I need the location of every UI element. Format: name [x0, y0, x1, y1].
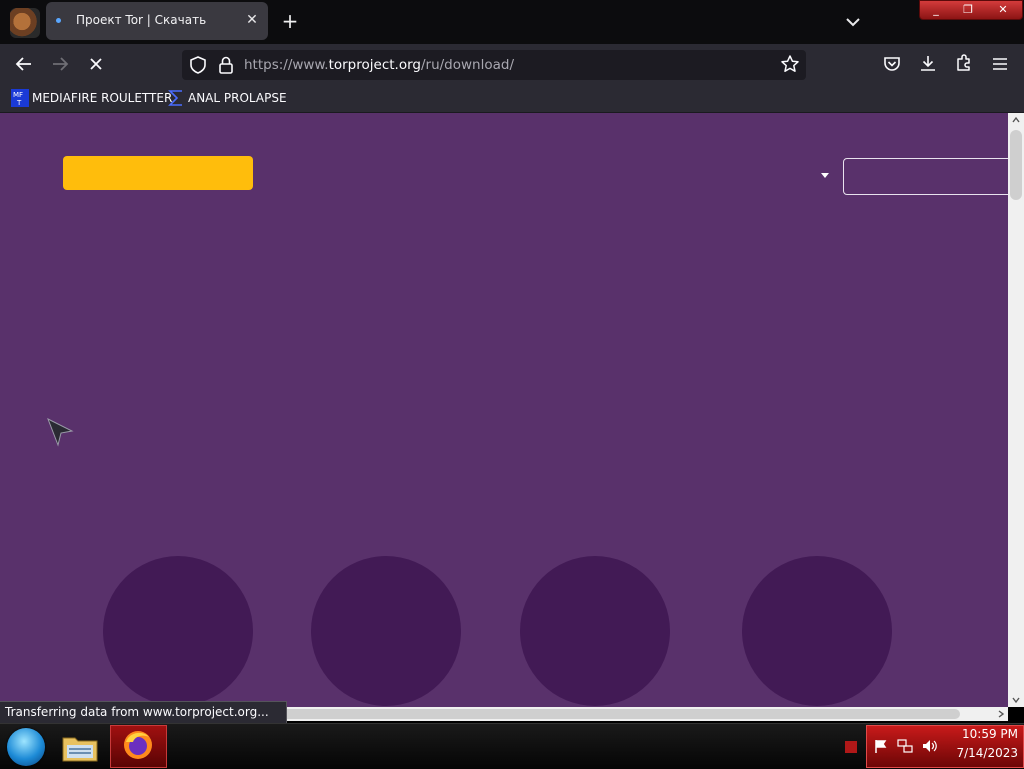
bookmark-mediafire-rouletter[interactable]: MEDIAFIRE ROULETTER	[32, 91, 172, 105]
network-icon[interactable]	[897, 738, 913, 754]
scroll-up-icon[interactable]	[1010, 114, 1022, 126]
lock-icon[interactable]	[218, 55, 234, 75]
svg-text:MF: MF	[13, 91, 23, 99]
extensions-icon[interactable]	[954, 53, 974, 73]
vertical-scrollbar-thumb[interactable]	[1010, 130, 1022, 200]
start-button[interactable]	[7, 728, 45, 766]
minimize-button[interactable]: _	[920, 1, 952, 19]
download-button-placeholder[interactable]	[63, 156, 253, 190]
mouse-cursor-icon	[47, 417, 74, 447]
window-controls: _ ❐ ✕	[919, 0, 1023, 20]
sigma-icon	[168, 90, 182, 106]
clock-date[interactable]: 7/14/2023	[938, 746, 1018, 760]
language-dropdown-caret-icon[interactable]	[821, 173, 829, 178]
menu-hamburger-icon[interactable]	[990, 54, 1010, 74]
forward-arrow-icon[interactable]	[48, 52, 72, 76]
back-arrow-icon[interactable]	[12, 52, 36, 76]
file-explorer-icon[interactable]	[60, 730, 100, 764]
url-text[interactable]: https://www.torproject.org/ru/download/	[244, 57, 514, 73]
list-all-tabs-icon[interactable]	[842, 11, 864, 33]
scroll-right-icon[interactable]	[995, 708, 1007, 720]
url-path: /ru/download/	[420, 57, 514, 73]
new-tab-button[interactable]: +	[280, 10, 300, 32]
svg-text:T: T	[16, 99, 22, 107]
url-prefix: https://www.	[244, 57, 329, 73]
firefox-icon	[124, 731, 152, 759]
bookmark-star-icon[interactable]	[780, 54, 800, 74]
os-icon-circle-3[interactable]	[520, 556, 670, 706]
restore-button[interactable]: ❐	[952, 1, 984, 19]
app-icon[interactable]	[10, 8, 40, 38]
os-icon-circle-2[interactable]	[311, 556, 461, 706]
bookmark-anal-prolapse[interactable]: ANAL PROLAPSE	[188, 91, 287, 105]
pocket-icon[interactable]	[882, 54, 902, 74]
tab-loading-icon	[56, 18, 61, 23]
os-icon-circle-1[interactable]	[103, 556, 253, 706]
stop-loading-icon[interactable]	[84, 52, 108, 76]
volume-icon[interactable]	[921, 738, 937, 754]
action-center-flag-icon[interactable]	[873, 738, 889, 754]
scroll-down-icon[interactable]	[1010, 694, 1022, 706]
vertical-scrollbar[interactable]	[1008, 113, 1024, 707]
show-hidden-icons-button[interactable]	[845, 741, 857, 753]
tracking-protection-shield-icon[interactable]	[189, 55, 207, 75]
tab-title: Проект Tor | Скачать	[76, 13, 207, 27]
page-content	[0, 113, 1008, 707]
mft-icon: MF T	[11, 89, 29, 107]
clock-time[interactable]: 10:59 PM	[938, 727, 1018, 741]
status-text: Transferring data from www.torproject.or…	[5, 705, 269, 719]
search-input[interactable]	[843, 158, 1008, 195]
os-icon-circle-4[interactable]	[742, 556, 892, 706]
url-domain: torproject.org	[328, 57, 421, 73]
downloads-icon[interactable]	[918, 53, 938, 73]
close-window-button[interactable]: ✕	[984, 1, 1022, 19]
tab-close-icon[interactable]: ✕	[244, 12, 260, 28]
